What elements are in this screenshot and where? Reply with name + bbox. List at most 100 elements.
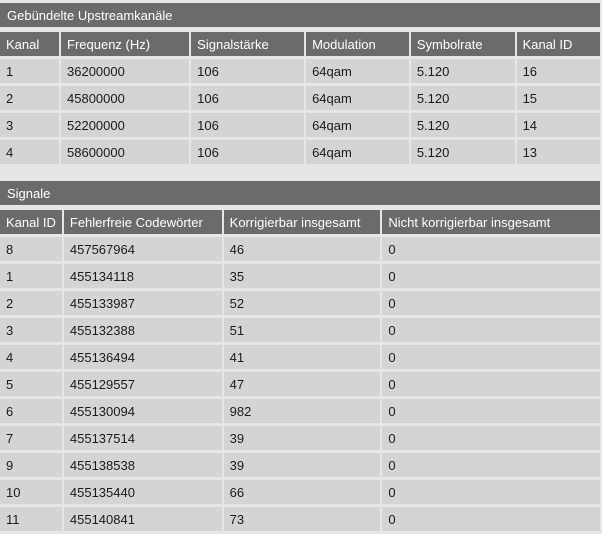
cell-korrigierbar: 52 <box>223 291 381 315</box>
cell-frequenz: 36200000 <box>61 59 190 83</box>
cell-kanal-id: 8 <box>0 237 62 261</box>
cell-signalstaerke: 106 <box>191 113 305 137</box>
cell-kanal-id: 9 <box>0 453 62 477</box>
cell-nicht-korrigierbar: 0 <box>382 372 600 396</box>
cell-kanal-id: 1 <box>0 264 62 288</box>
cell-modulation: 64qam <box>306 86 409 110</box>
cell-kanal-id: 5 <box>0 372 62 396</box>
cell-fehlerfreie: 455135440 <box>63 480 222 504</box>
cell-kanal-id: 13 <box>516 140 600 164</box>
cell-kanal-id: 3 <box>0 318 62 342</box>
cell-kanal-id: 4 <box>0 345 62 369</box>
cell-nicht-korrigierbar: 0 <box>382 480 600 504</box>
cell-frequenz: 52200000 <box>61 113 190 137</box>
cell-symbolrate: 5.120 <box>410 59 515 83</box>
cell-modulation: 64qam <box>306 140 409 164</box>
cell-fehlerfreie: 455134118 <box>63 264 222 288</box>
table-row: 1 455134118 35 0 <box>0 264 600 288</box>
cell-frequenz: 58600000 <box>61 140 190 164</box>
header-signalstaerke: Signalstärke <box>191 32 305 56</box>
upstream-section: Gebündelte Upstreamkanäle Kanal Frequenz… <box>0 3 600 167</box>
cell-signalstaerke: 106 <box>191 140 305 164</box>
header-symbolrate: Symbolrate <box>410 32 515 56</box>
cell-korrigierbar: 46 <box>223 237 381 261</box>
signale-header-row: Kanal ID Fehlerfreie Codewörter Korrigie… <box>0 210 600 234</box>
header-fehlerfreie-codewoerter: Fehlerfreie Codewörter <box>63 210 222 234</box>
table-row: 2 45800000 106 64qam 5.120 15 <box>0 86 600 110</box>
table-row: 4 455136494 41 0 <box>0 345 600 369</box>
cell-nicht-korrigierbar: 0 <box>382 453 600 477</box>
signale-title: Signale <box>0 181 600 207</box>
cell-nicht-korrigierbar: 0 <box>382 426 600 450</box>
cell-kanal-id: 11 <box>0 507 62 531</box>
cell-fehlerfreie: 457567964 <box>63 237 222 261</box>
cell-kanal-id: 10 <box>0 480 62 504</box>
cell-fehlerfreie: 455137514 <box>63 426 222 450</box>
cell-signalstaerke: 106 <box>191 59 305 83</box>
header-kanal-id: Kanal ID <box>0 210 62 234</box>
signale-table: Kanal ID Fehlerfreie Codewörter Korrigie… <box>0 207 602 534</box>
cell-frequenz: 45800000 <box>61 86 190 110</box>
cell-kanal-id: 2 <box>0 291 62 315</box>
table-row: 8 457567964 46 0 <box>0 237 600 261</box>
table-row: 1 36200000 106 64qam 5.120 16 <box>0 59 600 83</box>
table-row: 7 455137514 39 0 <box>0 426 600 450</box>
cell-korrigierbar: 41 <box>223 345 381 369</box>
header-korrigierbar: Korrigierbar insgesamt <box>223 210 381 234</box>
header-frequenz: Frequenz (Hz) <box>61 32 190 56</box>
cell-nicht-korrigierbar: 0 <box>382 318 600 342</box>
cell-symbolrate: 5.120 <box>410 86 515 110</box>
cell-korrigierbar: 73 <box>223 507 381 531</box>
cell-nicht-korrigierbar: 0 <box>382 237 600 261</box>
table-row: 3 52200000 106 64qam 5.120 14 <box>0 113 600 137</box>
cell-modulation: 64qam <box>306 59 409 83</box>
table-row: 2 455133987 52 0 <box>0 291 600 315</box>
upstream-header-row: Kanal Frequenz (Hz) Signalstärke Modulat… <box>0 32 600 56</box>
cell-symbolrate: 5.120 <box>410 113 515 137</box>
cell-kanal-id: 6 <box>0 399 62 423</box>
cell-kanal-id: 15 <box>516 86 600 110</box>
cell-kanal: 2 <box>0 86 59 110</box>
cell-nicht-korrigierbar: 0 <box>382 507 600 531</box>
cell-fehlerfreie: 455130094 <box>63 399 222 423</box>
table-row: 10 455135440 66 0 <box>0 480 600 504</box>
cell-symbolrate: 5.120 <box>410 140 515 164</box>
upstream-title: Gebündelte Upstreamkanäle <box>0 3 600 29</box>
cell-nicht-korrigierbar: 0 <box>382 399 600 423</box>
header-kanal: Kanal <box>0 32 59 56</box>
signale-section: Signale Kanal ID Fehlerfreie Codewörter … <box>0 181 600 534</box>
cell-modulation: 64qam <box>306 113 409 137</box>
cell-kanal: 1 <box>0 59 59 83</box>
header-nicht-korrigierbar: Nicht korrigierbar insgesamt <box>382 210 600 234</box>
cell-korrigierbar: 39 <box>223 453 381 477</box>
cell-korrigierbar: 35 <box>223 264 381 288</box>
upstream-table: Kanal Frequenz (Hz) Signalstärke Modulat… <box>0 29 602 167</box>
header-kanal-id: Kanal ID <box>516 32 600 56</box>
cell-fehlerfreie: 455140841 <box>63 507 222 531</box>
cell-korrigierbar: 66 <box>223 480 381 504</box>
cell-kanal: 3 <box>0 113 59 137</box>
cell-kanal: 4 <box>0 140 59 164</box>
table-row: 6 455130094 982 0 <box>0 399 600 423</box>
header-modulation: Modulation <box>306 32 409 56</box>
table-row: 5 455129557 47 0 <box>0 372 600 396</box>
cell-fehlerfreie: 455138538 <box>63 453 222 477</box>
table-row: 11 455140841 73 0 <box>0 507 600 531</box>
table-row: 4 58600000 106 64qam 5.120 13 <box>0 140 600 164</box>
cell-nicht-korrigierbar: 0 <box>382 264 600 288</box>
cell-korrigierbar: 47 <box>223 372 381 396</box>
cell-kanal-id: 7 <box>0 426 62 450</box>
cell-nicht-korrigierbar: 0 <box>382 291 600 315</box>
cell-korrigierbar: 39 <box>223 426 381 450</box>
cell-fehlerfreie: 455136494 <box>63 345 222 369</box>
cell-korrigierbar: 982 <box>223 399 381 423</box>
table-row: 3 455132388 51 0 <box>0 318 600 342</box>
cell-fehlerfreie: 455129557 <box>63 372 222 396</box>
cell-nicht-korrigierbar: 0 <box>382 345 600 369</box>
cell-kanal-id: 14 <box>516 113 600 137</box>
cell-fehlerfreie: 455132388 <box>63 318 222 342</box>
cell-signalstaerke: 106 <box>191 86 305 110</box>
cell-kanal-id: 16 <box>516 59 600 83</box>
cell-fehlerfreie: 455133987 <box>63 291 222 315</box>
table-row: 9 455138538 39 0 <box>0 453 600 477</box>
